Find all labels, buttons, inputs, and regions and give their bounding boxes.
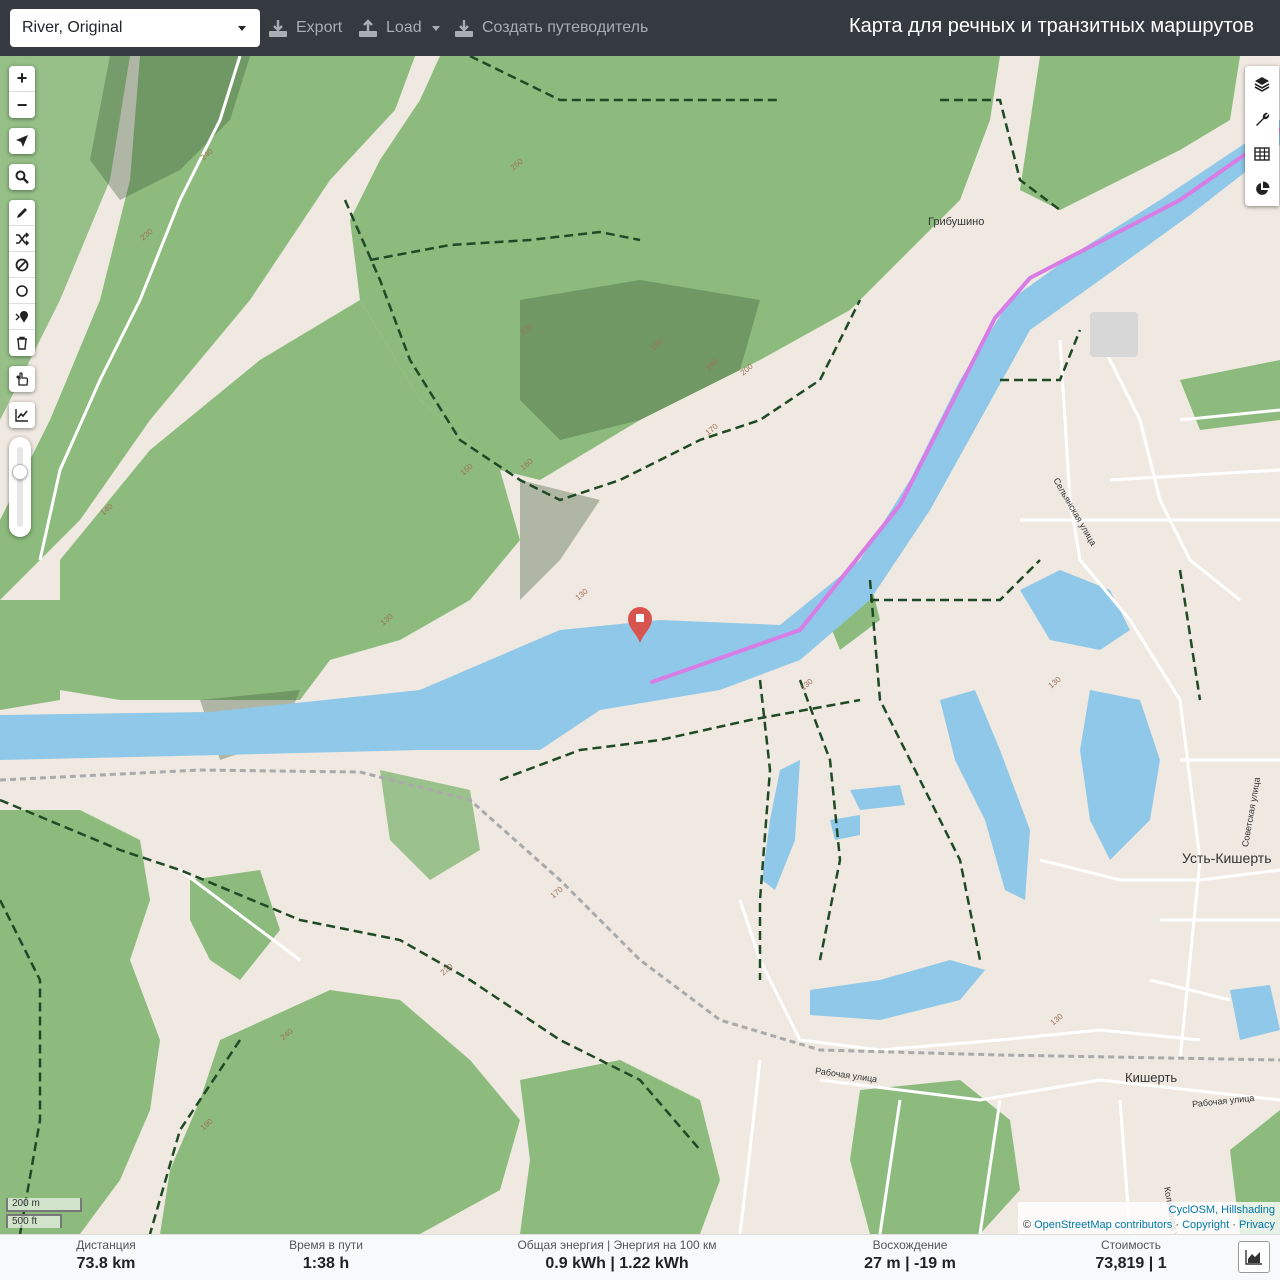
table-icon bbox=[1254, 146, 1270, 161]
circle-icon bbox=[16, 284, 28, 297]
distance-value: 73.8 km bbox=[76, 1255, 136, 1272]
chevron-down-icon bbox=[431, 25, 440, 31]
draw-toolbar bbox=[9, 200, 35, 356]
right-toolbar bbox=[1245, 66, 1279, 206]
map-tiles bbox=[0, 56, 1280, 1234]
stack-button[interactable] bbox=[9, 366, 35, 392]
route-stats-bar: Дистанция 73.8 km Время в пути 1:38 h Об… bbox=[0, 1234, 1280, 1280]
cost-label: Стоимость bbox=[1100, 1238, 1162, 1252]
wrench-icon bbox=[1256, 112, 1270, 126]
search-control bbox=[9, 164, 35, 190]
privacy-link[interactable]: Privacy bbox=[1239, 1219, 1275, 1231]
ascent-label: Восхождение bbox=[872, 1238, 948, 1252]
create-guide-button[interactable]: Создать путеводитель bbox=[454, 16, 648, 40]
osm-link[interactable]: OpenStreetMap contributors bbox=[1034, 1219, 1172, 1231]
export-button[interactable]: Export bbox=[268, 16, 342, 40]
download-icon bbox=[269, 20, 287, 37]
slider-track bbox=[17, 447, 23, 527]
map-view[interactable]: Грибушино Усть-Кишерть Кишерть Сельянска… bbox=[0, 56, 1280, 1234]
pin-icon bbox=[15, 310, 28, 323]
upload-icon bbox=[359, 19, 377, 37]
village-label: Грибушино bbox=[928, 216, 985, 228]
ascent-value: 27 m | -19 m bbox=[864, 1255, 956, 1272]
reverse-route-button[interactable] bbox=[9, 226, 35, 252]
draw-route-button[interactable] bbox=[9, 200, 35, 226]
layers-icon bbox=[1254, 76, 1270, 92]
top-navbar: River, Original Export Load Создать путе… bbox=[0, 0, 1280, 56]
chevron-down-icon bbox=[238, 26, 246, 31]
copyright-symbol: © bbox=[1022, 1219, 1032, 1231]
slider-thumb[interactable] bbox=[12, 464, 28, 480]
distance-label: Дистанция bbox=[76, 1238, 136, 1252]
sep: · bbox=[1232, 1219, 1236, 1231]
delete-route-button[interactable] bbox=[9, 330, 35, 356]
pencil-icon bbox=[17, 207, 27, 218]
stat-time: Время в пути 1:38 h bbox=[266, 1238, 386, 1273]
energy-value: 0.9 kWh | 1.22 kWh bbox=[545, 1255, 689, 1272]
energy-label: Общая энергия | Энергия на 100 км bbox=[517, 1238, 717, 1252]
scale-metric: 200 m bbox=[6, 1198, 82, 1212]
create-guide-label: Создать путеводитель bbox=[482, 19, 649, 36]
zoom-out-button[interactable]: − bbox=[9, 92, 35, 118]
search-icon bbox=[15, 170, 29, 184]
app-title: Карта для речных и транзитных маршрутов bbox=[848, 15, 1254, 37]
layers-button[interactable] bbox=[1245, 66, 1279, 101]
stat-cost: Стоимость 73,819 | 1 bbox=[1071, 1238, 1191, 1273]
ban-icon bbox=[15, 258, 29, 271]
chart-icon bbox=[1245, 1250, 1262, 1265]
stat-ascent: Восхождение 27 m | -19 m bbox=[850, 1238, 970, 1273]
zoom-control: + − bbox=[9, 66, 35, 118]
stat-energy: Общая энергия | Энергия на 100 км 0.9 kW… bbox=[497, 1238, 737, 1273]
stack-control bbox=[9, 366, 35, 392]
town-label: Кишерть bbox=[1125, 1070, 1178, 1085]
opacity-slider[interactable] bbox=[9, 437, 31, 537]
circle-button[interactable] bbox=[9, 278, 35, 304]
tiles-link[interactable]: CyclOSM, Hillshading bbox=[1169, 1204, 1275, 1216]
export-label: Export bbox=[296, 19, 343, 36]
time-label: Время в пути bbox=[289, 1238, 363, 1252]
locate-icon bbox=[16, 135, 28, 147]
cost-value: 73,819 | 1 bbox=[1095, 1255, 1167, 1272]
zoom-in-button[interactable]: + bbox=[9, 66, 35, 92]
village-label: Усть-Кишерть bbox=[1182, 850, 1272, 866]
load-button[interactable]: Load bbox=[358, 16, 440, 40]
time-value: 1:38 h bbox=[302, 1255, 350, 1272]
trash-icon bbox=[17, 336, 27, 350]
load-label: Load bbox=[386, 19, 422, 36]
hand-icon bbox=[16, 372, 29, 386]
pie-icon bbox=[1256, 181, 1270, 195]
locate-control bbox=[9, 128, 35, 154]
map-attribution: CyclOSM, Hillshading © OpenStreetMap con… bbox=[1017, 1202, 1280, 1234]
table-button[interactable] bbox=[1245, 136, 1279, 171]
profile-select-value: River, Original bbox=[22, 19, 123, 36]
nogo-area-button[interactable] bbox=[9, 252, 35, 278]
elevation-control bbox=[9, 402, 35, 428]
elevation-button[interactable] bbox=[9, 402, 35, 428]
stat-distance: Дистанция 73.8 km bbox=[56, 1238, 156, 1273]
search-button[interactable] bbox=[9, 164, 35, 190]
chart-icon bbox=[15, 409, 28, 422]
settings-button[interactable] bbox=[1245, 101, 1279, 136]
scale-imperial: 500 ft bbox=[6, 1214, 62, 1228]
sep: · bbox=[1175, 1219, 1179, 1231]
download-icon bbox=[455, 20, 473, 37]
marker-icon[interactable] bbox=[627, 606, 653, 644]
shuffle-icon bbox=[16, 231, 29, 246]
copyright-link[interactable]: Copyright bbox=[1182, 1219, 1229, 1231]
analysis-button[interactable] bbox=[1245, 171, 1279, 206]
elevation-chart-button[interactable] bbox=[1238, 1241, 1270, 1273]
profile-select[interactable]: River, Original bbox=[10, 9, 260, 47]
locate-button[interactable] bbox=[9, 128, 35, 154]
poi-button[interactable] bbox=[9, 304, 35, 330]
